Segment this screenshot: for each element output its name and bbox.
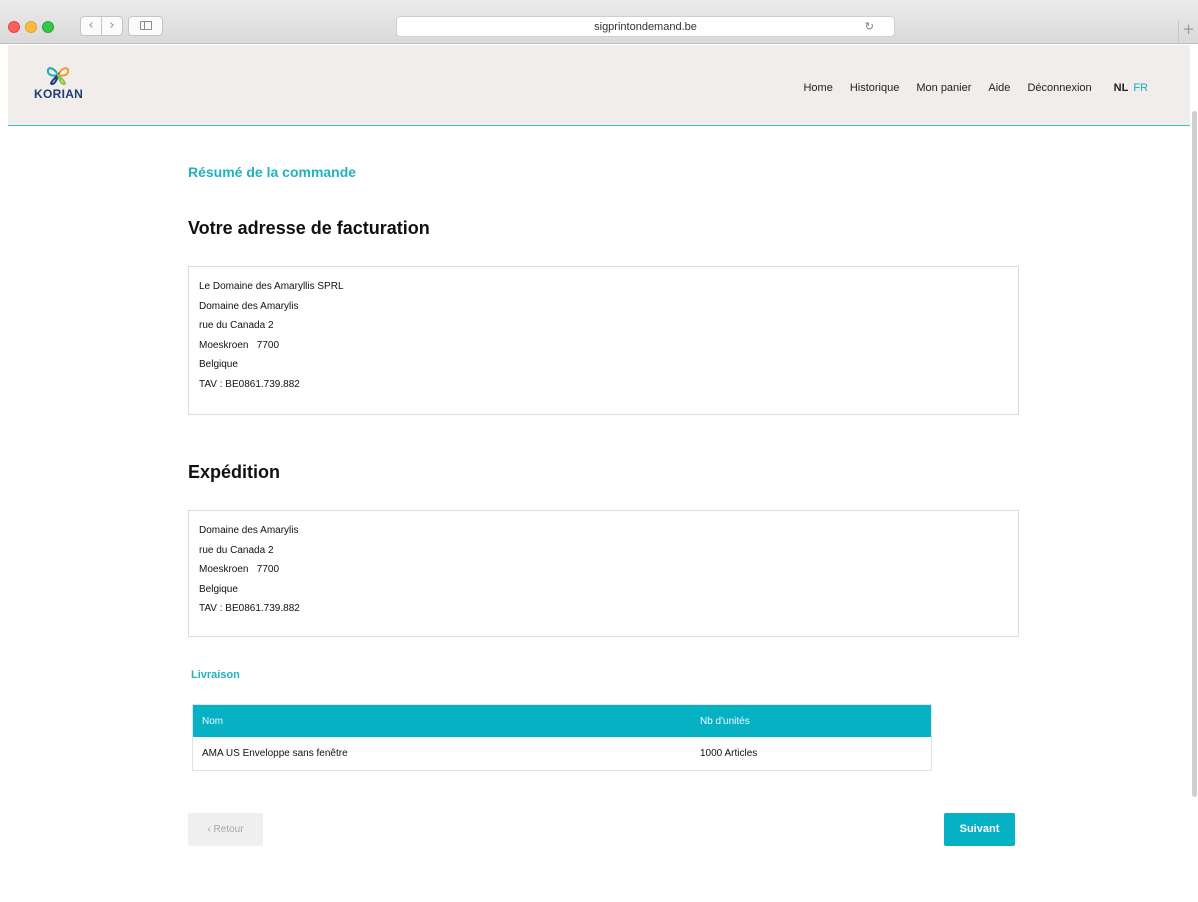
- shipping-address-box: Domaine des Amarylis rue du Canada 2 Moe…: [188, 510, 1019, 637]
- nav-deconnexion[interactable]: Déconnexion: [1027, 82, 1091, 94]
- reload-icon[interactable]: ↻: [865, 17, 874, 37]
- shipping-line: TAV : BE0861.739.882: [199, 603, 300, 614]
- logo-text: KORIAN: [34, 87, 84, 101]
- billing-line: Le Domaine des Amaryllis SPRL: [199, 281, 344, 292]
- billing-address-title: Votre adresse de facturation: [188, 218, 430, 238]
- billing-line: Domaine des Amarylis: [199, 300, 299, 312]
- delivery-table: Nom Nb d'unités AMA US Enveloppe sans fe…: [192, 704, 932, 771]
- column-header-nom: Nom: [202, 715, 224, 727]
- browser-forward-button[interactable]: ›: [101, 16, 123, 36]
- butterfly-logo-icon: [46, 67, 70, 85]
- lang-nl[interactable]: NL: [1114, 82, 1129, 94]
- sidebar-icon: [139, 21, 152, 30]
- korian-logo[interactable]: KORIAN: [34, 65, 84, 101]
- language-switcher: NL FR: [1114, 82, 1148, 94]
- show-sidebar-button[interactable]: [128, 16, 163, 36]
- main-nav: Home Historique Mon panier Aide Déconnex…: [786, 82, 1148, 94]
- nav-aide[interactable]: Aide: [988, 82, 1010, 94]
- column-header-units: Nb d'unités: [700, 715, 750, 727]
- order-summary-heading: Résumé de la commande: [188, 164, 357, 180]
- browser-back-button[interactable]: ‹: [80, 16, 102, 36]
- close-window-button[interactable]: [8, 21, 20, 33]
- url-text: sigprintondemand.be: [594, 21, 697, 33]
- cell-product-name: AMA US Enveloppe sans fenêtre: [202, 748, 348, 759]
- address-bar[interactable]: sigprintondemand.be ↻: [396, 16, 895, 37]
- nav-home[interactable]: Home: [803, 82, 832, 94]
- scrollbar-thumb[interactable]: [1192, 111, 1197, 797]
- cell-quantity: 1000 Articles: [700, 748, 758, 759]
- shipping-line: Domaine des Amarylis: [199, 525, 299, 536]
- new-tab-button[interactable]: +: [1178, 20, 1198, 44]
- nav-historique[interactable]: Historique: [850, 82, 900, 94]
- site-header: KORIAN Home Historique Mon panier Aide D…: [8, 45, 1190, 126]
- shipping-line: rue du Canada 2: [199, 544, 274, 556]
- chevron-right-icon: ›: [109, 18, 115, 33]
- zoom-window-button[interactable]: [42, 21, 54, 33]
- next-button[interactable]: Suivant: [944, 813, 1015, 846]
- billing-address-box: Le Domaine des Amaryllis SPRL Domaine de…: [188, 266, 1019, 415]
- nav-mon-panier[interactable]: Mon panier: [916, 82, 971, 94]
- page-scrollbar[interactable]: [1190, 45, 1198, 902]
- billing-line: rue du Canada 2: [199, 320, 274, 331]
- delivery-heading: Livraison: [191, 669, 240, 681]
- back-button[interactable]: ‹ Retour: [188, 813, 263, 846]
- shipping-line: Belgique: [199, 583, 238, 595]
- lang-fr[interactable]: FR: [1133, 82, 1148, 94]
- minimize-window-button[interactable]: [25, 21, 37, 33]
- billing-line: Moeskroen 7700: [199, 339, 280, 351]
- billing-line: Belgique: [199, 359, 238, 370]
- table-header: Nom Nb d'unités: [193, 705, 931, 737]
- chevron-left-icon: ‹: [88, 18, 94, 33]
- billing-line: TAV : BE0861.739.882: [199, 378, 300, 390]
- shipping-line: Moeskroen 7700: [199, 564, 280, 575]
- table-row: AMA US Enveloppe sans fenêtre 1000 Artic…: [193, 737, 931, 770]
- shipping-title: Expédition: [188, 462, 281, 482]
- browser-toolbar: ‹ › sigprintondemand.be ↻ +: [0, 0, 1198, 44]
